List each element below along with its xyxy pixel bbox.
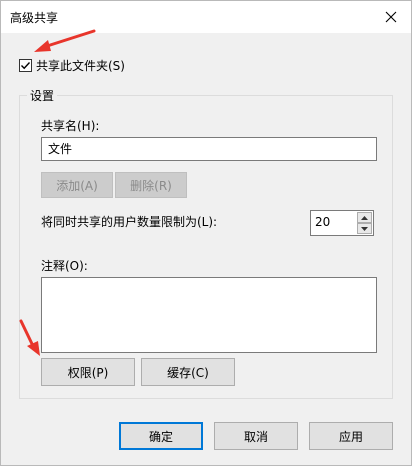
share-folder-checkbox[interactable]	[19, 59, 32, 72]
settings-group-label: 设置	[27, 87, 58, 104]
spinner-buttons	[357, 212, 372, 234]
delete-button[interactable]: 删除(R)	[115, 172, 187, 198]
close-icon	[385, 11, 397, 23]
share-folder-label[interactable]: 共享此文件夹(S)	[36, 57, 125, 74]
add-button[interactable]: 添加(A)	[41, 172, 113, 198]
triangle-down-icon	[361, 226, 368, 231]
user-limit-value[interactable]: 20	[315, 215, 330, 229]
permissions-button[interactable]: 权限(P)	[41, 358, 135, 386]
title-bar: 高级共享	[1, 1, 411, 33]
close-button[interactable]	[379, 5, 403, 29]
spin-down-button[interactable]	[357, 223, 372, 234]
user-limit-spinner[interactable]: 20	[310, 210, 374, 236]
triangle-up-icon	[361, 215, 368, 220]
caching-button[interactable]: 缓存(C)	[141, 358, 235, 386]
user-limit-label: 将同时共享的用户数量限制为(L):	[41, 215, 218, 229]
checkmark-icon	[21, 62, 31, 70]
spin-up-button[interactable]	[357, 212, 372, 223]
cancel-button[interactable]: 取消	[214, 422, 298, 450]
apply-button[interactable]: 应用	[309, 422, 393, 450]
share-name-label: 共享名(H):	[41, 119, 100, 133]
share-folder-checkbox-row[interactable]: 共享此文件夹(S)	[19, 57, 125, 74]
window-title: 高级共享	[10, 11, 59, 25]
advanced-sharing-dialog: 高级共享 共享此文件夹(S) 设置 共享名(H): 文件 添加(A) 删除(R)…	[0, 0, 412, 466]
comment-label: 注释(O):	[41, 259, 88, 273]
comment-textarea[interactable]	[41, 277, 377, 353]
ok-button[interactable]: 确定	[119, 422, 203, 450]
share-name-input[interactable]: 文件	[41, 137, 377, 161]
